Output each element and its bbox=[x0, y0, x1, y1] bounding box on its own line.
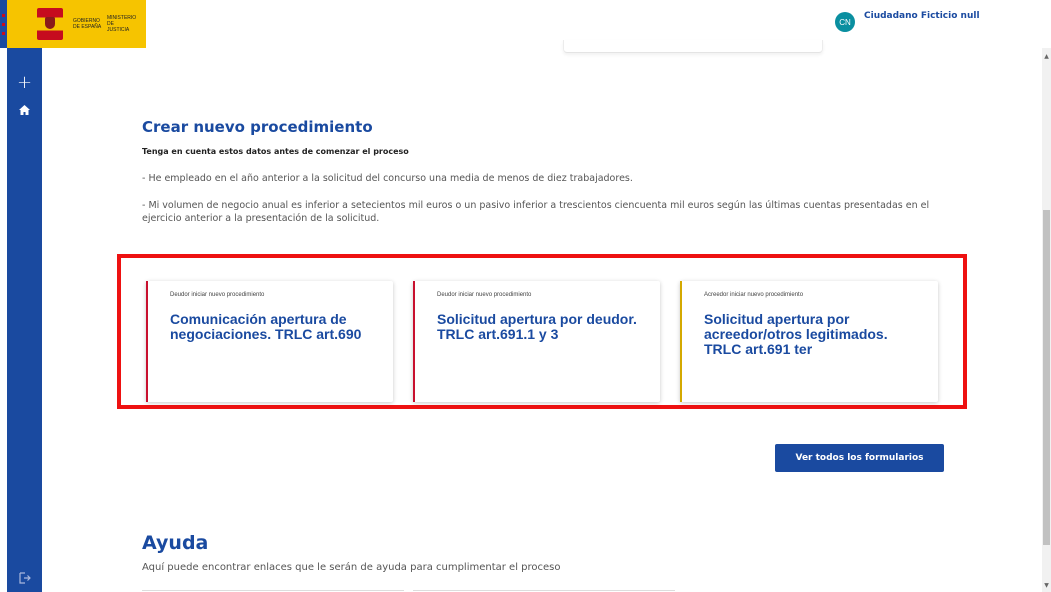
page-scrollbar[interactable]: ▲ ▼ bbox=[1042, 48, 1051, 592]
help-title: Ayuda bbox=[142, 532, 209, 554]
page-title: Crear nuevo procedimiento bbox=[142, 118, 373, 136]
home-icon[interactable] bbox=[7, 100, 42, 119]
scroll-up-icon[interactable]: ▲ bbox=[1042, 52, 1051, 61]
add-icon[interactable]: + bbox=[7, 74, 42, 92]
help-link-card-edge bbox=[413, 590, 675, 591]
requirement-1: - He empleado en el año anterior a la so… bbox=[142, 173, 633, 184]
scrollbar-thumb[interactable] bbox=[1043, 210, 1050, 545]
government-logo[interactable]: GOBIERNO DE ESPAÑA MINISTERIO DE JUSTICI… bbox=[0, 0, 146, 48]
scroll-down-icon[interactable]: ▼ bbox=[1042, 581, 1051, 590]
help-link-card-edge bbox=[142, 590, 404, 591]
card-title[interactable]: Solicitud apertura por deudor. TRLC art.… bbox=[437, 312, 652, 342]
procedure-card-creditor[interactable]: Acreedor iniciar nuevo procedimiento Sol… bbox=[680, 281, 938, 402]
card-title[interactable]: Comunicación apertura de negociaciones. … bbox=[170, 312, 385, 342]
sidebar: + bbox=[7, 48, 42, 592]
collapsed-panel-edge bbox=[563, 40, 823, 53]
card-accent-bar bbox=[413, 281, 415, 402]
card-category: Deudor iniciar nuevo procedimiento bbox=[170, 292, 265, 298]
requirement-2: - Mi volumen de negocio anual es inferio… bbox=[142, 200, 930, 224]
logo-text-ministry: MINISTERIO DE JUSTICIA bbox=[107, 15, 137, 33]
logo-text-government: GOBIERNO DE ESPAÑA bbox=[73, 18, 102, 30]
procedure-card-negotiations[interactable]: Deudor iniciar nuevo procedimiento Comun… bbox=[146, 281, 393, 402]
card-category: Deudor iniciar nuevo procedimiento bbox=[437, 292, 532, 298]
card-category: Acreedor iniciar nuevo procedimiento bbox=[704, 292, 804, 298]
user-name[interactable]: Ciudadano Ficticio null bbox=[864, 11, 980, 21]
user-avatar[interactable]: CN bbox=[835, 12, 855, 32]
card-accent-bar bbox=[680, 281, 682, 402]
card-accent-bar bbox=[146, 281, 148, 402]
section-subtitle: Tenga en cuenta estos datos antes de com… bbox=[142, 147, 409, 156]
coat-of-arms-icon bbox=[37, 8, 63, 40]
flag-stripe bbox=[0, 0, 7, 48]
view-all-forms-button[interactable]: Ver todos los formularios bbox=[775, 444, 944, 472]
logout-icon[interactable] bbox=[7, 569, 42, 588]
card-title[interactable]: Solicitud apertura por acreedor/otros le… bbox=[704, 312, 919, 357]
procedure-card-debtor[interactable]: Deudor iniciar nuevo procedimiento Solic… bbox=[413, 281, 660, 402]
help-subtitle: Aquí puede encontrar enlaces que le será… bbox=[142, 562, 561, 573]
